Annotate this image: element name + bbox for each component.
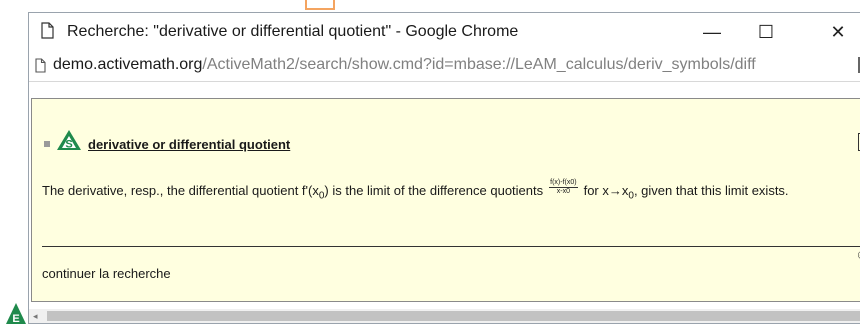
address-bar[interactable]: demo.activemath.org/ActiveMath2/search/s… [29, 51, 860, 82]
definition-text: The derivative, resp., the differential … [42, 179, 789, 202]
difference-quotient-fraction: f(x)-f(x0) x-x0 [549, 179, 578, 196]
maximize-button[interactable]: ☐ [743, 13, 789, 51]
close-button[interactable]: ✕ [815, 13, 860, 51]
scroll-left-arrow-icon[interactable]: ◂ [33, 309, 43, 323]
page-icon [41, 22, 54, 39]
scrollbar-thumb[interactable] [47, 311, 860, 321]
activemath-e-logo: E [6, 303, 26, 324]
bullet-icon [44, 141, 50, 147]
window-title: Recherche: "derivative or differential q… [67, 23, 519, 40]
page-top-gap [29, 82, 860, 96]
continue-search-link[interactable]: continuer la recherche [42, 266, 171, 281]
browser-window: Recherche: "derivative or differential q… [28, 12, 860, 324]
minimize-icon: — [703, 21, 721, 42]
minimize-button[interactable]: — [689, 13, 735, 51]
url-path: /ActiveMath2/search/show.cmd?id=mbase://… [202, 56, 756, 73]
url-host: demo.activemath.org [53, 56, 203, 73]
title-bar: Recherche: "derivative or differential q… [29, 13, 860, 51]
result-title-link[interactable]: derivative or differential quotient [88, 137, 290, 152]
svg-text:S: S [65, 139, 72, 151]
page-info-icon[interactable] [35, 58, 46, 73]
search-result-panel: S derivative or differential quotient Th… [31, 98, 860, 302]
divider [42, 246, 860, 247]
maximize-icon: ☐ [757, 21, 775, 42]
url-text[interactable]: demo.activemath.org/ActiveMath2/search/s… [53, 56, 756, 74]
s-symbol-icon[interactable]: S [56, 129, 82, 151]
horizontal-scrollbar[interactable]: ◂ [29, 309, 860, 323]
orange-tab-outline [305, 0, 335, 10]
close-icon: ✕ [830, 21, 846, 42]
svg-text:E: E [12, 313, 19, 324]
